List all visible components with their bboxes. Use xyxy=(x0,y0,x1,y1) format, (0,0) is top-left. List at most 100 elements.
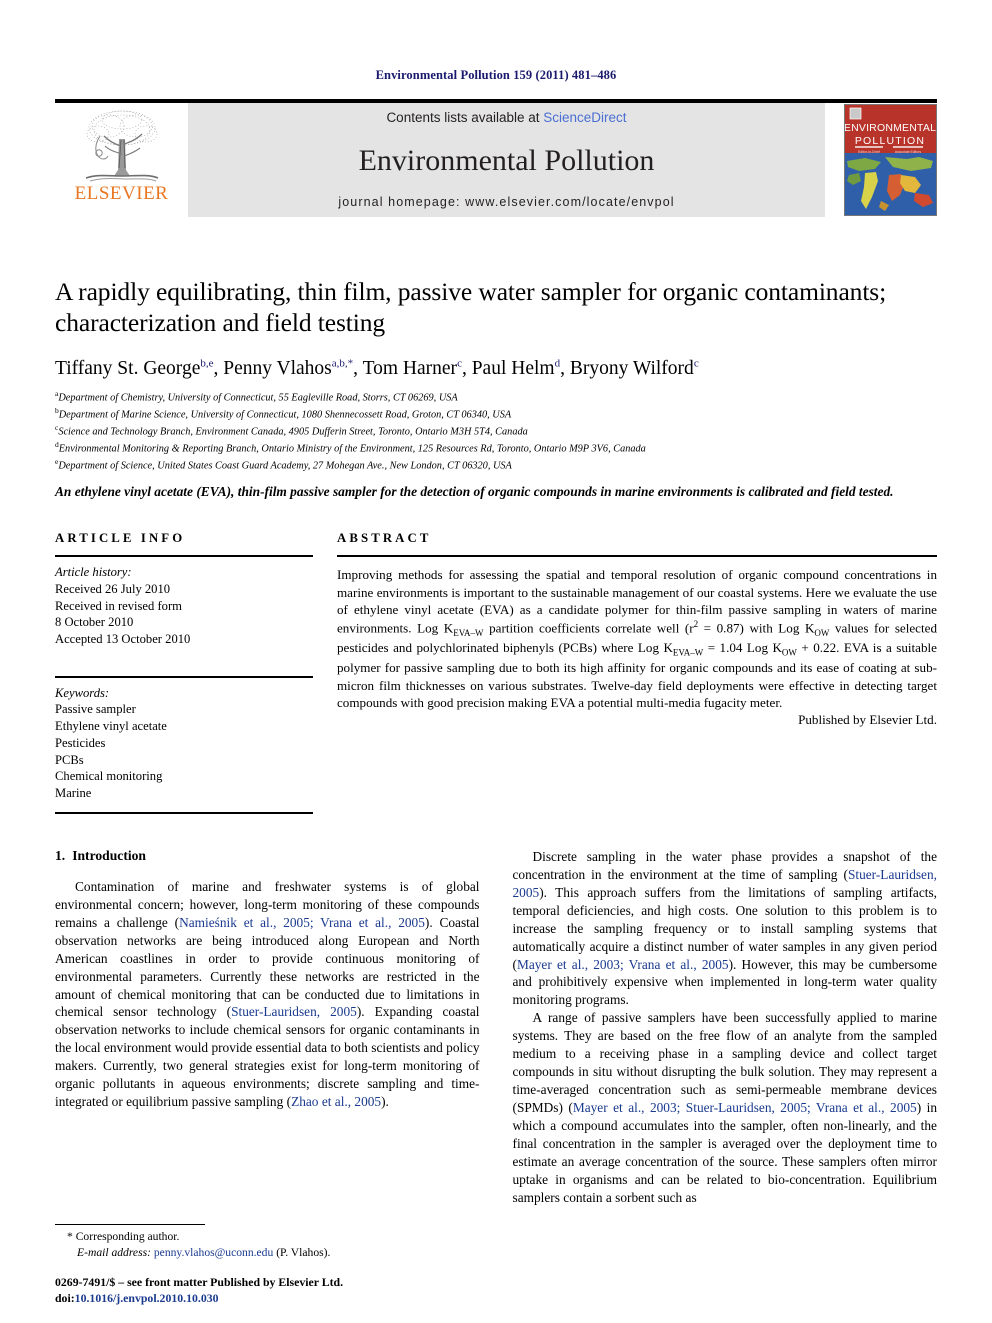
cover-artwork: ENVIRONMENTAL POLLUTION Editor-in-Chief … xyxy=(845,105,936,215)
doi-link[interactable]: 10.1016/j.envpol.2010.10.030 xyxy=(75,1291,219,1305)
divider xyxy=(55,555,313,558)
sciencedirect-link[interactable]: ScienceDirect xyxy=(543,110,626,125)
affiliation-text: Environmental Monitoring & Reporting Bra… xyxy=(58,443,646,455)
citation-link[interactable]: Namieśnik et al., 2005; Vrana et al., 20… xyxy=(179,915,425,930)
affiliation-text: Science and Technology Branch, Environme… xyxy=(58,426,528,438)
email-link[interactable]: penny.vlahos@uconn.edu xyxy=(154,1246,273,1259)
paragraph: A range of passive samplers have been su… xyxy=(513,1009,938,1206)
affiliation-item: eDepartment of Science, United States Co… xyxy=(55,457,937,474)
abstract-subscript: OW xyxy=(814,628,830,639)
imprint-block: 0269-7491/$ – see front matter Published… xyxy=(55,1274,343,1307)
abstract-publisher-note: Published by Elsevier Ltd. xyxy=(798,712,937,728)
author-affil-marker: b,e xyxy=(200,357,214,370)
author-separator: , xyxy=(560,357,570,379)
article-page: Environmental Pollution 159 (2011) 481–4… xyxy=(0,0,992,1323)
keyword-item: Passive sampler xyxy=(55,702,136,717)
affiliation-item: cScience and Technology Branch, Environm… xyxy=(55,423,937,440)
info-abstract-row: ARTICLE INFO Article history: Received 2… xyxy=(55,531,937,814)
history-item: Received 26 July 2010 xyxy=(55,581,171,596)
affiliation-text: Department of Marine Science, University… xyxy=(58,409,512,421)
issn-line: 0269-7491/$ – see front matter Published… xyxy=(55,1274,344,1289)
article-history-label: Article history: xyxy=(55,565,132,580)
affiliation-item: aDepartment of Chemistry, University of … xyxy=(55,389,937,406)
author-name: Tiffany St. George xyxy=(55,357,201,379)
affiliation-item: bDepartment of Marine Science, Universit… xyxy=(55,406,937,423)
paragraph-text: ). Expanding coastal observation network… xyxy=(55,1004,480,1110)
body-right-column: Discrete sampling in the water phase pro… xyxy=(513,848,938,1207)
elsevier-tree-icon xyxy=(85,110,158,182)
abstract-part: partition coefficients correlate well (r xyxy=(483,620,694,636)
keywords-block: Keywords: Passive sampler Ethylene vinyl… xyxy=(55,685,313,802)
keyword-item: Marine xyxy=(55,786,92,801)
journal-cover-image: ENVIRONMENTAL POLLUTION Editor-in-Chief … xyxy=(844,104,937,216)
affiliation-list: aDepartment of Chemistry, University of … xyxy=(55,389,937,474)
author-affil-marker: a,b,* xyxy=(331,357,354,370)
history-item: 8 October 2010 xyxy=(55,615,134,630)
section-number: 1. xyxy=(55,847,66,863)
svg-text:Editor-in-Chief: Editor-in-Chief xyxy=(858,150,880,154)
email-label: E-mail address: xyxy=(77,1246,151,1260)
article-highlight: An ethylene vinyl acetate (EVA), thin-fi… xyxy=(55,484,894,500)
paragraph: Contamination of marine and freshwater s… xyxy=(55,878,480,1111)
elsevier-wordmark: ELSEVIER xyxy=(74,183,169,204)
citation-link[interactable]: Mayer et al., 2003; Stuer-Lauridsen, 200… xyxy=(573,1100,917,1115)
author-name: Penny Vlahos xyxy=(223,357,332,379)
paragraph: Discrete sampling in the water phase pro… xyxy=(513,848,938,1009)
author-list: Tiffany St. Georgeb,e, Penny Vlahosa,b,*… xyxy=(55,357,937,380)
corresponding-label: Corresponding author. xyxy=(75,1230,180,1244)
contents-prefix: Contents lists available at xyxy=(386,110,544,125)
author-item: Tiffany St. Georgeb,e xyxy=(55,357,214,379)
paragraph-text: ) in which a compound accumulates into t… xyxy=(512,1100,938,1205)
running-head: Environmental Pollution 159 (2011) 481–4… xyxy=(375,68,617,82)
divider xyxy=(337,555,937,558)
divider xyxy=(55,811,313,814)
article-info-heading: ARTICLE INFO xyxy=(55,531,186,546)
author-name: Paul Helm xyxy=(471,357,555,379)
contents-available-line: Contents lists available at ScienceDirec… xyxy=(386,110,626,125)
author-affil-marker: c xyxy=(693,357,699,370)
doi-line: doi:10.1016/j.envpol.2010.10.030 xyxy=(55,1290,343,1307)
keyword-item: Chemical monitoring xyxy=(55,769,163,784)
journal-masthead: ELSEVIER Contents lists available at Sci… xyxy=(55,99,937,217)
author-name: Bryony Wilford xyxy=(569,357,694,379)
elsevier-logo: ELSEVIER xyxy=(55,103,188,217)
abstract-part: = 1.04 Log K xyxy=(703,640,782,656)
citation-link[interactable]: Mayer et al., 2003; Vrana et al., 2005 xyxy=(517,957,729,972)
author-item: Paul Helmd xyxy=(471,357,560,379)
journal-title: Environmental Pollution xyxy=(358,144,655,177)
author-name: Tom Harner xyxy=(362,357,458,379)
journal-banner: Contents lists available at ScienceDirec… xyxy=(188,103,825,217)
section-title: Introduction xyxy=(72,847,146,863)
divider xyxy=(55,675,313,678)
corresponding-author-line: * Corresponding author. xyxy=(55,1229,475,1245)
journal-cover-cell: ENVIRONMENTAL POLLUTION Editor-in-Chief … xyxy=(825,103,937,217)
affiliation-text: Department of Chemistry, University of C… xyxy=(58,392,458,404)
author-separator: , xyxy=(461,357,472,379)
svg-text:Associate Editors: Associate Editors xyxy=(895,150,921,154)
citation-link[interactable]: Stuer-Lauridsen, 2005 xyxy=(231,1004,357,1019)
email-line: E-mail address: penny.vlahos@uconn.edu (… xyxy=(55,1245,475,1261)
author-item: Bryony Wilfordc xyxy=(569,357,699,379)
keyword-item: Ethylene vinyl acetate xyxy=(55,719,167,734)
article-info-column: ARTICLE INFO Article history: Received 2… xyxy=(55,531,327,814)
abstract-subscript: EVA–W xyxy=(672,648,704,659)
footnote-divider xyxy=(55,1224,205,1226)
svg-text:POLLUTION: POLLUTION xyxy=(855,135,925,147)
article-history-block: Article history: Received 26 July 2010 R… xyxy=(55,564,313,648)
corresponding-marker: * xyxy=(67,1230,73,1244)
abstract-part: = 0.87) with Log K xyxy=(698,620,815,636)
body-columns: 1. Introduction Contamination of marine a… xyxy=(55,848,937,1207)
abstract-subscript: EVA–W xyxy=(453,628,484,639)
body-left-column: 1. Introduction Contamination of marine a… xyxy=(55,848,480,1207)
footnote-block: * Corresponding author. E-mail address: … xyxy=(55,1224,475,1261)
journal-homepage-link[interactable]: journal homepage: www.elsevier.com/locat… xyxy=(338,195,674,209)
citation-link[interactable]: Zhao et al., 2005 xyxy=(291,1094,381,1109)
page-title: A rapidly equilibrating, thin film, pass… xyxy=(55,277,887,337)
author-item: Penny Vlahosa,b,* xyxy=(223,357,354,379)
history-item: Accepted 13 October 2010 xyxy=(55,632,191,646)
doi-label: doi: xyxy=(55,1291,75,1306)
author-item: Tom Harnerc xyxy=(362,357,462,379)
svg-text:ENVIRONMENTAL: ENVIRONMENTAL xyxy=(845,122,936,134)
keyword-item: PCBs xyxy=(55,752,84,767)
